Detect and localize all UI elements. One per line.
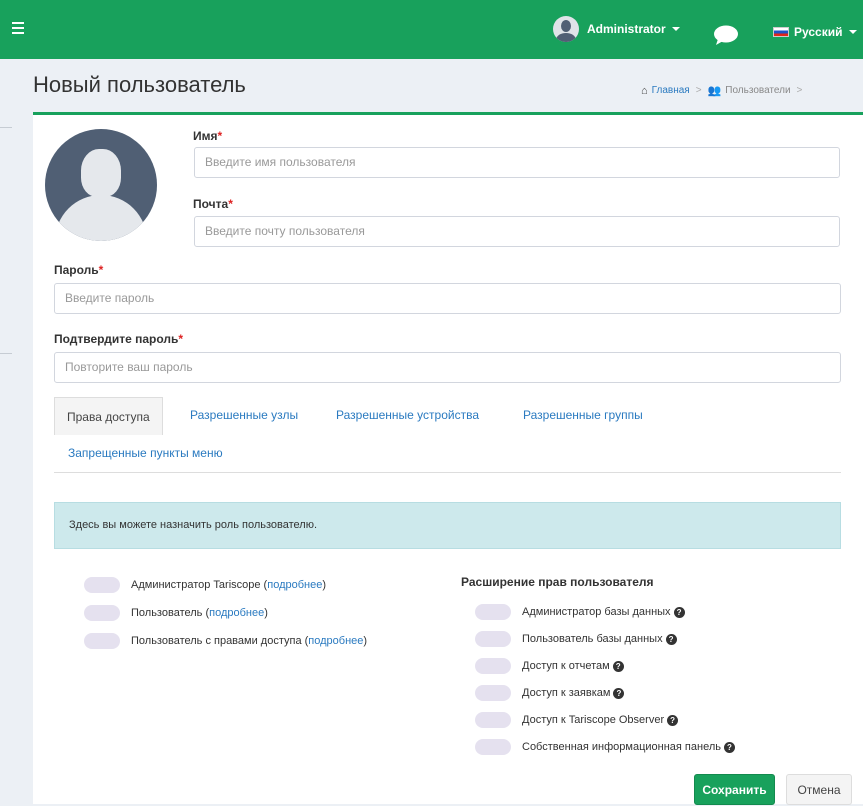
name-label: Имя* xyxy=(193,129,223,143)
extension-label: Собственная информационная панель xyxy=(522,741,721,753)
extension-row: Доступ к отчетам? xyxy=(475,658,624,674)
extension-label: Пользователь базы данных xyxy=(522,633,663,645)
tab-access-rights[interactable]: Права доступа xyxy=(54,397,163,435)
breadcrumb: ⌂ Главная > 👥 Пользователи > xyxy=(641,84,808,98)
role-label: Пользователь с правами доступа xyxy=(131,635,302,647)
home-icon: ⌂ xyxy=(641,84,648,97)
extension-toggle[interactable] xyxy=(475,658,511,674)
info-callout: Здесь вы можете назначить роль пользоват… xyxy=(54,502,841,549)
language-label: Русский xyxy=(794,25,843,39)
tabs-divider xyxy=(54,472,841,473)
extension-toggle[interactable] xyxy=(475,712,511,728)
role-more-link[interactable]: подробнее xyxy=(308,635,363,647)
extensions-title: Расширение прав пользователя xyxy=(461,575,654,589)
password-label: Пароль* xyxy=(54,263,104,277)
extension-toggle[interactable] xyxy=(475,685,511,701)
question-circle-icon[interactable]: ? xyxy=(613,687,625,699)
email-input[interactable]: Введите почту пользователя xyxy=(194,216,840,247)
users-icon: 👥 xyxy=(707,85,722,97)
role-more-link[interactable]: подробнее xyxy=(209,607,264,619)
tab-allowed-groups[interactable]: Разрешенные группы xyxy=(523,408,643,422)
top-navbar: Administrator Русский xyxy=(0,0,863,59)
language-selector[interactable]: Русский xyxy=(773,25,857,39)
chevron-down-icon xyxy=(848,30,857,34)
sidebar-edge xyxy=(0,127,12,128)
user-form-card: Имя* Введите имя пользователя Почта* Вве… xyxy=(33,112,863,805)
cancel-button[interactable]: Отмена xyxy=(786,774,852,805)
tab-allowed-devices[interactable]: Разрешенные устройства xyxy=(336,408,479,422)
extension-row: Пользователь базы данных? xyxy=(475,631,677,647)
extension-toggle[interactable] xyxy=(475,739,511,755)
role-row: Пользователь (подробнее) xyxy=(84,605,268,621)
question-circle-icon[interactable]: ? xyxy=(665,633,677,645)
tab-forbidden-menu-items[interactable]: Запрещенные пункты меню xyxy=(68,446,223,460)
tab-allowed-nodes[interactable]: Разрешенные узлы xyxy=(190,408,298,422)
chevron-down-icon xyxy=(671,27,680,31)
breadcrumb-users[interactable]: Пользователи xyxy=(725,85,790,96)
extension-row: Собственная информационная панель? xyxy=(475,739,735,755)
role-row: Администратор Tariscope (подробнее) xyxy=(84,577,326,593)
extension-label: Администратор базы данных xyxy=(522,606,671,618)
hamburger-icon[interactable] xyxy=(12,22,24,37)
password-input[interactable]: Введите пароль xyxy=(54,283,841,314)
email-label: Почта* xyxy=(193,197,233,211)
save-button[interactable]: Сохранить xyxy=(694,774,775,805)
extension-row: Доступ к заявкам? xyxy=(475,685,625,701)
question-circle-icon[interactable]: ? xyxy=(673,606,685,618)
extension-label: Доступ к Tariscope Observer xyxy=(522,714,665,726)
role-toggle[interactable] xyxy=(84,577,120,593)
user-avatar-placeholder[interactable] xyxy=(45,129,157,241)
question-circle-icon[interactable]: ? xyxy=(723,741,735,753)
user-name: Administrator xyxy=(587,22,666,36)
sidebar-edge xyxy=(0,353,12,354)
extension-toggle[interactable] xyxy=(475,631,511,647)
user-avatar xyxy=(553,16,579,42)
role-more-link[interactable]: подробнее xyxy=(267,579,322,591)
confirm-password-input[interactable]: Повторите ваш пароль xyxy=(54,352,841,383)
role-toggle[interactable] xyxy=(84,605,120,621)
role-row: Пользователь с правами доступа (подробне… xyxy=(84,633,367,649)
extension-row: Администратор базы данных? xyxy=(475,604,685,620)
breadcrumb-home[interactable]: Главная xyxy=(652,85,690,96)
page-title: Новый пользователь xyxy=(33,72,246,97)
name-input[interactable]: Введите имя пользователя xyxy=(194,147,840,178)
role-label: Пользователь xyxy=(131,607,203,619)
russian-flag-icon xyxy=(773,27,789,37)
user-menu[interactable]: Administrator xyxy=(553,16,680,42)
extension-row: Доступ к Tariscope Observer? xyxy=(475,712,679,728)
role-label: Администратор Tariscope xyxy=(131,579,261,591)
breadcrumb-separator: > xyxy=(796,85,803,96)
question-circle-icon[interactable]: ? xyxy=(667,714,679,726)
question-circle-icon[interactable]: ? xyxy=(612,660,624,672)
breadcrumb-separator: > xyxy=(695,85,702,96)
extension-label: Доступ к отчетам xyxy=(522,660,610,672)
confirm-password-label: Подтвердите пароль* xyxy=(54,332,184,346)
extension-toggle[interactable] xyxy=(475,604,511,620)
chat-bubble-icon[interactable] xyxy=(713,25,739,45)
role-toggle[interactable] xyxy=(84,633,120,649)
extension-label: Доступ к заявкам xyxy=(522,687,611,699)
